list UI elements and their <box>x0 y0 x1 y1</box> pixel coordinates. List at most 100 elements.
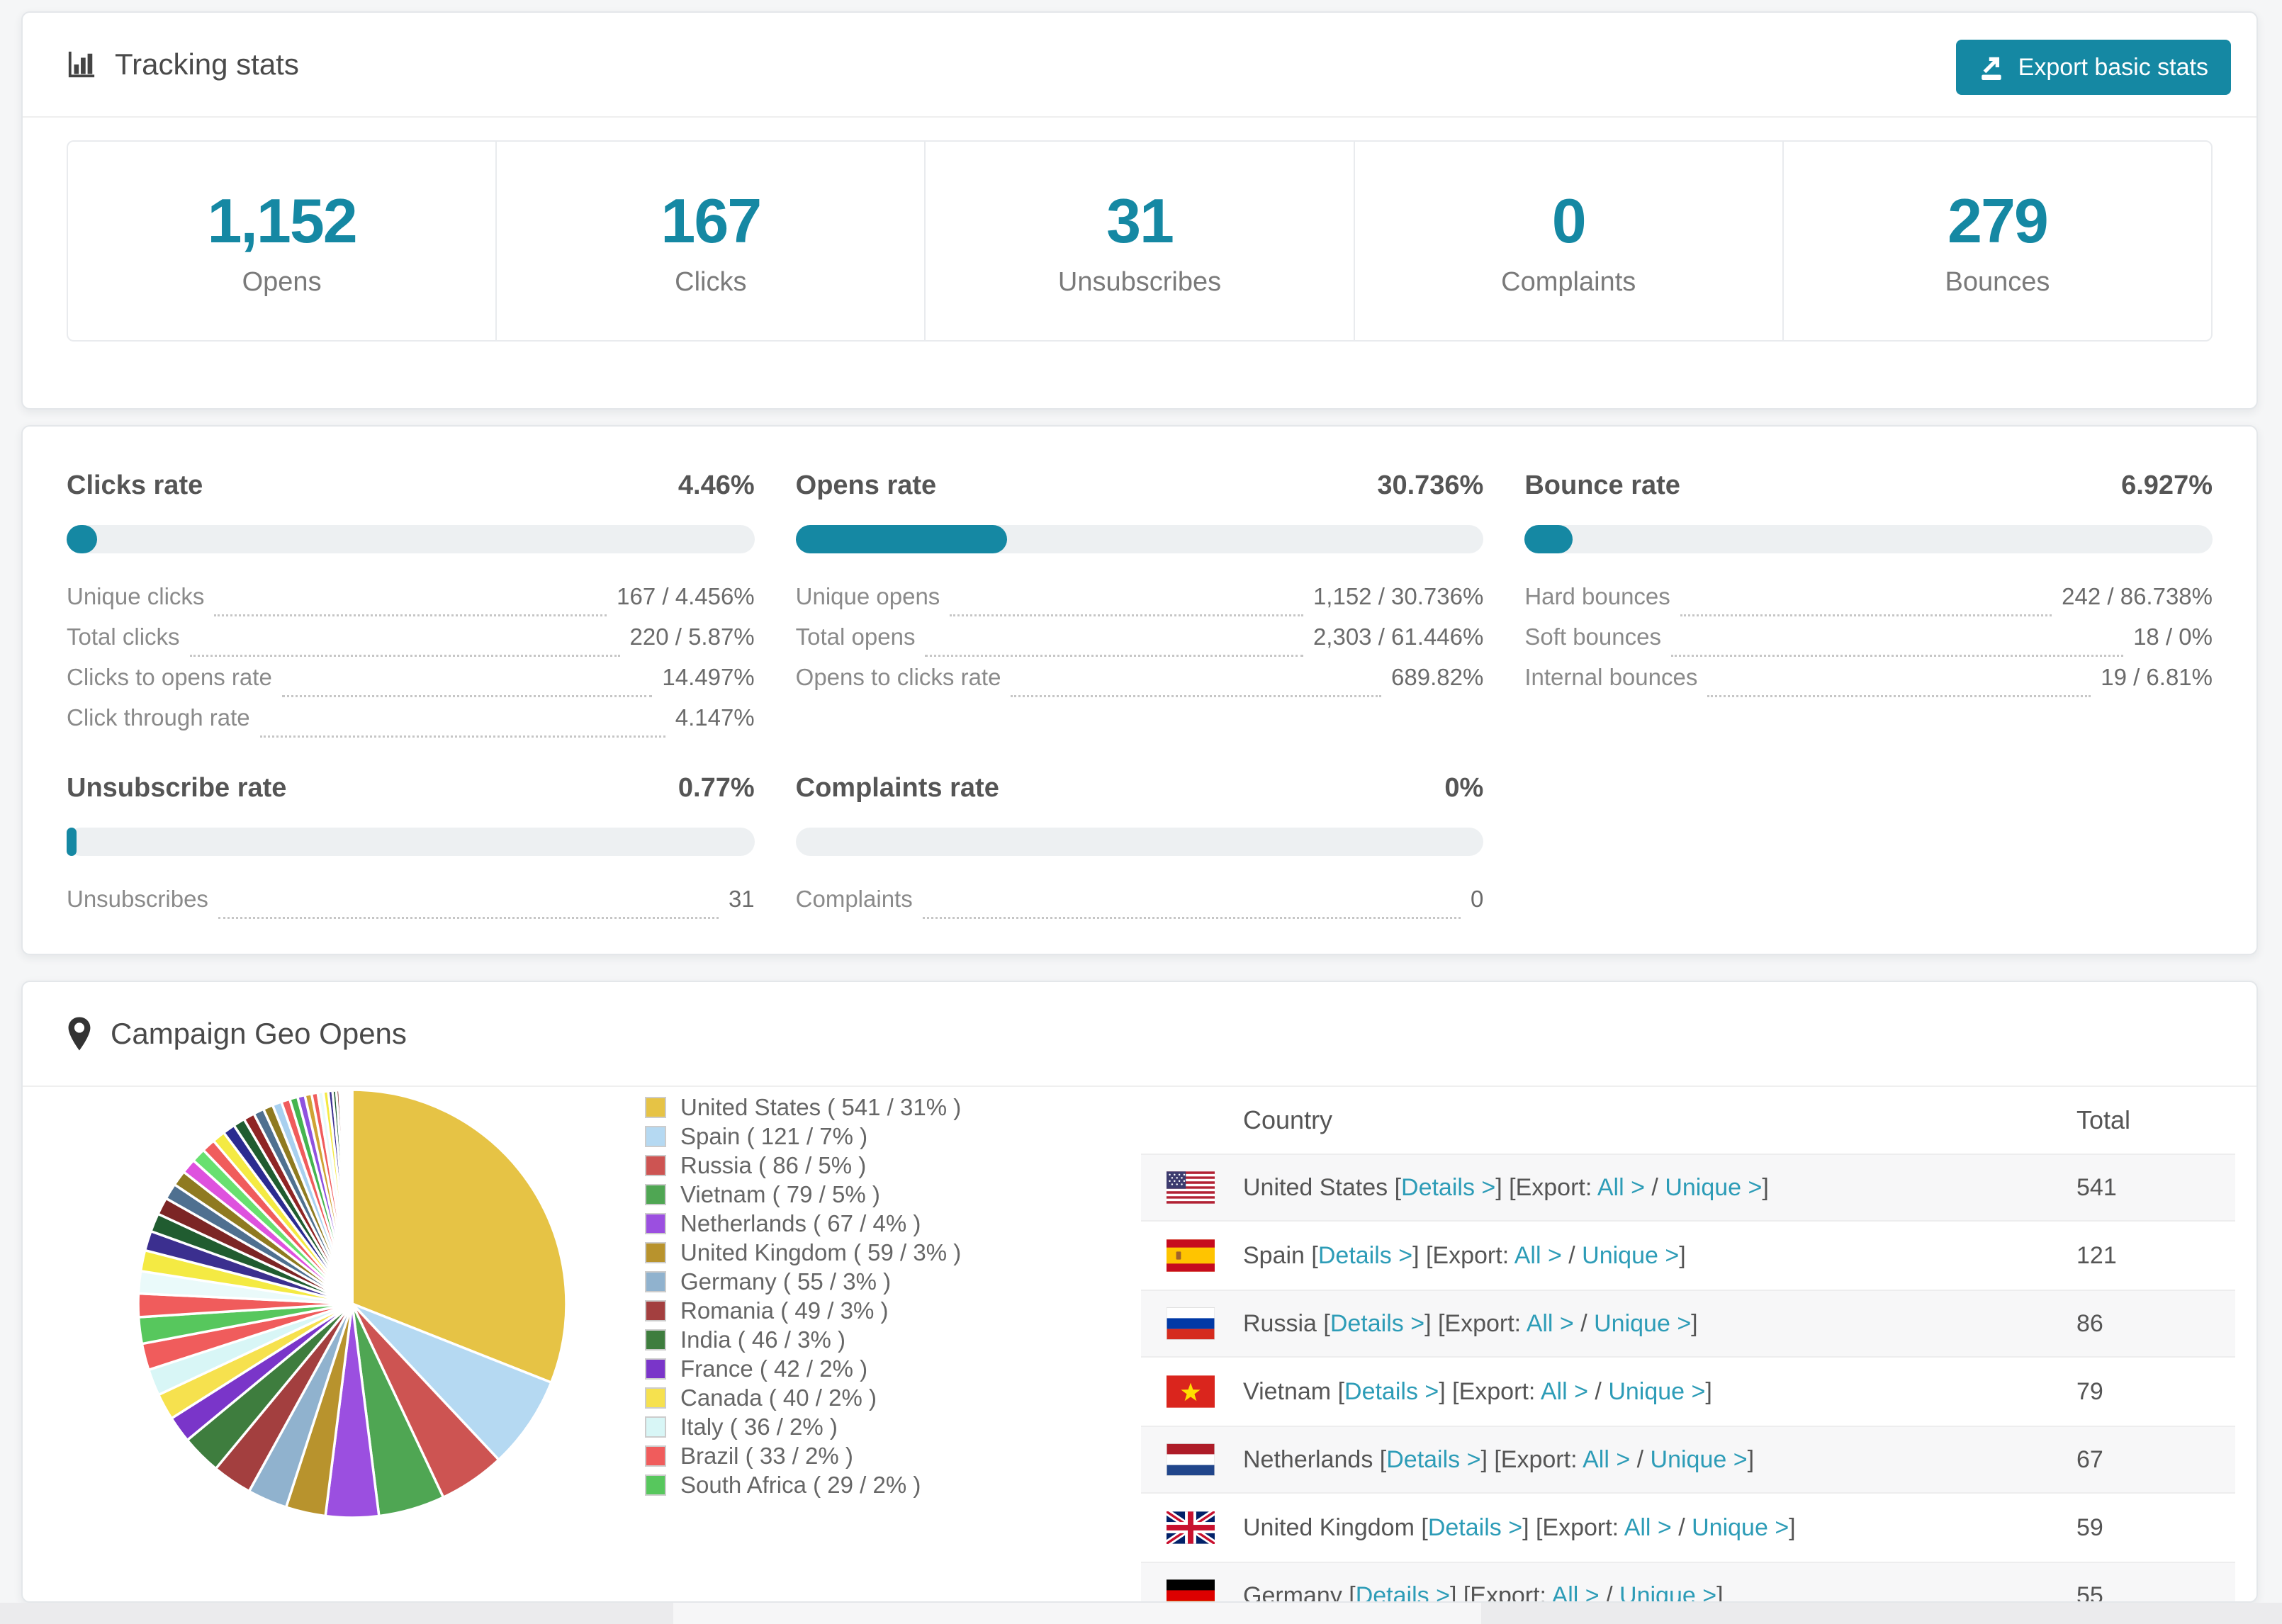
details-link[interactable]: Details > <box>1428 1514 1522 1541</box>
separator: / <box>1573 1309 1595 1337</box>
export-all-link[interactable]: All > <box>1514 1242 1562 1269</box>
export-unique-link[interactable]: Unique > <box>1594 1310 1691 1337</box>
rate-row-value: 18 / 0% <box>2133 624 2213 650</box>
legend-swatch <box>645 1299 666 1321</box>
flag-icon-ru <box>1167 1307 1215 1340</box>
tracking-stats-header: Tracking stats <box>23 13 2256 118</box>
total-cell: 55 <box>2076 1581 2103 1603</box>
export-unique-link[interactable]: Unique > <box>1582 1242 1679 1269</box>
stat-unsubscribes: 31 Unsubscribes <box>926 142 1355 340</box>
dotted-leader <box>1680 614 2052 616</box>
rate-block-clicks-rate: Clicks rate 4.46% Unique clicks 167 / 4.456… <box>67 427 755 745</box>
details-link[interactable]: Details > <box>1330 1310 1424 1337</box>
legend-swatch <box>645 1212 666 1234</box>
export-unique-link[interactable]: Unique > <box>1619 1582 1716 1602</box>
country-cell: Spain [Details >] [Export: All > / Uniqu… <box>1243 1242 2076 1270</box>
rate-progress-track <box>67 828 755 856</box>
details-link[interactable]: Details > <box>1401 1174 1495 1201</box>
bracket: ] <box>1789 1513 1796 1541</box>
rate-detail-row: Complaints 0 <box>796 886 1483 926</box>
rate-detail-row: Internal bounces 19 / 6.81% <box>1524 664 2213 704</box>
legend-swatch <box>645 1096 666 1118</box>
stat-value: 279 <box>1947 185 2049 256</box>
rate-detail-row: Hard bounces 242 / 86.738% <box>1524 583 2213 624</box>
rate-row-value: 167 / 4.456% <box>617 583 755 609</box>
export-all-link[interactable]: All > <box>1527 1310 1574 1337</box>
details-link[interactable]: Details > <box>1344 1378 1439 1405</box>
flag-icon-gb <box>1167 1511 1215 1544</box>
rate-row-label: Soft bounces <box>1524 624 1661 650</box>
bracket: ] <box>1716 1581 1724 1603</box>
legend-item: Romania ( 49 / 3% ) <box>645 1296 1127 1325</box>
export-unique-link[interactable]: Unique > <box>1665 1174 1762 1201</box>
rate-head: Opens rate 30.736% <box>796 470 1484 501</box>
rate-row-label: Unsubscribes <box>67 886 208 912</box>
export-unique-link[interactable]: Unique > <box>1608 1378 1705 1405</box>
bottom-scroll-segment[interactable] <box>673 1603 1481 1624</box>
total-cell: 121 <box>2076 1241 2117 1269</box>
campaign-geo-opens-card: Campaign Geo Opens United States ( 541 /… <box>21 981 2258 1603</box>
dotted-leader <box>214 614 607 616</box>
export-button-label: Export basic stats <box>2018 53 2208 81</box>
geo-opens-pie-chart <box>137 1088 568 1519</box>
bracket: [ <box>1311 1241 1318 1269</box>
legend-label: Italy ( 36 / 2% ) <box>680 1413 838 1440</box>
rate-rows: Complaints 0 <box>796 886 1483 926</box>
export-unique-link[interactable]: Unique > <box>1651 1446 1748 1473</box>
rates-card: Clicks rate 4.46% Unique clicks 167 / 4.456… <box>21 425 2258 955</box>
stat-complaints: 0 Complaints <box>1355 142 1784 340</box>
table-row-netherlands: Netherlands [Details >] [Export: All > /… <box>1141 1426 2235 1494</box>
legend-label: South Africa ( 29 / 2% ) <box>680 1471 921 1498</box>
dotted-leader <box>1707 695 2091 697</box>
separator: / <box>1644 1173 1665 1201</box>
geo-country-table: Country Total United States [Details >] … <box>1141 1087 2235 1603</box>
bracket: [ <box>1323 1309 1330 1337</box>
dotted-leader <box>189 655 620 657</box>
legend-item: Canada ( 40 / 2% ) <box>645 1383 1127 1412</box>
rate-value: 0.77% <box>678 773 755 803</box>
bracket: [ <box>1421 1513 1428 1541</box>
summary-stats-strip: 1,152 Opens 167 Clicks 31 Unsubscribes 0 Compla… <box>67 140 2213 342</box>
export-unique-link[interactable]: Unique > <box>1692 1514 1789 1541</box>
export-all-link[interactable]: All > <box>1583 1446 1630 1473</box>
legend-item: Spain ( 121 / 7% ) <box>645 1122 1127 1151</box>
export-all-link[interactable]: All > <box>1552 1582 1600 1602</box>
rate-row-label: Clicks to opens rate <box>67 664 272 690</box>
export-all-link[interactable]: All > <box>1541 1378 1588 1405</box>
bracket: ] [Export: <box>1412 1241 1514 1269</box>
details-link[interactable]: Details > <box>1318 1242 1412 1269</box>
page-title: Tracking stats <box>115 47 299 81</box>
bracket: ] <box>1747 1445 1755 1473</box>
legend-swatch <box>645 1416 666 1438</box>
country-name: Germany <box>1243 1581 1349 1603</box>
country-name: Russia <box>1243 1309 1324 1337</box>
legend-item: United States ( 541 / 31% ) <box>645 1093 1127 1122</box>
country-name: Vietnam <box>1243 1377 1338 1405</box>
stat-label: Complaints <box>1501 266 1636 297</box>
rate-row-value: 4.147% <box>675 704 755 731</box>
rate-progress-fill <box>1524 525 1573 553</box>
bracket: ] <box>1679 1241 1686 1269</box>
export-all-link[interactable]: All > <box>1624 1514 1672 1541</box>
rate-title: Complaints rate <box>795 773 999 803</box>
geo-title: Campaign Geo Opens <box>111 1017 407 1050</box>
flag-icon-nl <box>1167 1443 1215 1476</box>
rate-row-label: Internal bounces <box>1524 664 1698 690</box>
rate-head: Complaints rate 0% <box>796 773 1484 803</box>
legend-swatch <box>645 1183 666 1205</box>
details-link[interactable]: Details > <box>1386 1446 1480 1473</box>
stat-label: Opens <box>242 266 322 297</box>
rate-rows: Unique clicks 167 / 4.456% Total clicks 220… <box>67 583 755 745</box>
dotted-leader <box>922 917 1461 919</box>
dotted-leader <box>218 917 719 919</box>
export-basic-stats-button[interactable]: Export basic stats <box>1955 40 2231 95</box>
details-link[interactable]: Details > <box>1356 1582 1450 1602</box>
dotted-leader <box>281 695 653 697</box>
export-all-link[interactable]: All > <box>1597 1174 1645 1201</box>
rate-detail-row: Soft bounces 18 / 0% <box>1524 624 2213 664</box>
legend-label: Vietnam ( 79 / 5% ) <box>680 1180 880 1207</box>
legend-item: Italy ( 36 / 2% ) <box>645 1412 1127 1441</box>
separator: / <box>1671 1513 1692 1541</box>
geo-table-body: United States [Details >] [Export: All >… <box>1141 1154 2235 1603</box>
stat-label: Bounces <box>1945 266 2050 297</box>
